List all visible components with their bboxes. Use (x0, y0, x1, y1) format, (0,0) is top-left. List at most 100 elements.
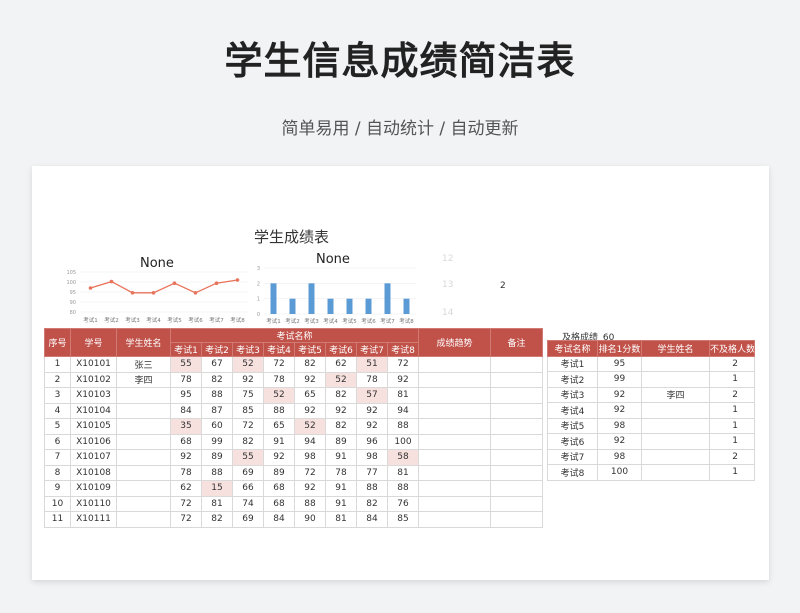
cell-note[interactable] (490, 402, 544, 419)
cell-score[interactable]: 99 (201, 433, 233, 450)
cell-score[interactable]: 89 (325, 433, 357, 450)
cell-name[interactable] (116, 433, 171, 450)
cell-trend[interactable] (418, 387, 492, 404)
cell-score[interactable]: 57 (356, 387, 388, 404)
cell-no[interactable]: 11 (44, 511, 71, 528)
cell-score[interactable]: 68 (170, 433, 202, 450)
cell-no[interactable]: 6 (44, 433, 71, 450)
cell-score[interactable]: 58 (386, 449, 420, 466)
summary-cell-name[interactable] (641, 371, 710, 388)
cell-score[interactable]: 92 (232, 371, 264, 388)
cell-note[interactable] (490, 433, 544, 450)
cell-note[interactable] (490, 495, 544, 512)
cell-id[interactable]: X10104 (70, 402, 117, 419)
cell-score[interactable]: 100 (386, 433, 420, 450)
cell-score[interactable]: 82 (294, 356, 326, 373)
cell-no[interactable]: 10 (44, 495, 71, 512)
cell-score[interactable]: 52 (263, 387, 295, 404)
cell-score[interactable]: 92 (294, 371, 326, 388)
summary-cell-top[interactable]: 98 (597, 448, 642, 465)
cell-score[interactable]: 82 (232, 433, 264, 450)
cell-id[interactable]: X10106 (70, 433, 117, 450)
summary-cell-fail[interactable]: 1 (709, 371, 755, 388)
summary-cell-exam[interactable]: 考试1 (547, 355, 598, 372)
summary-cell-fail[interactable]: 2 (709, 386, 755, 403)
cell-score[interactable]: 98 (294, 449, 326, 466)
cell-score[interactable]: 72 (386, 356, 420, 373)
cell-note[interactable] (490, 418, 544, 435)
summary-cell-fail[interactable]: 2 (709, 448, 755, 465)
summary-cell-top[interactable]: 92 (597, 386, 642, 403)
cell-note[interactable] (490, 480, 544, 497)
cell-no[interactable]: 3 (44, 387, 71, 404)
summary-cell-name[interactable] (641, 433, 710, 450)
cell-trend[interactable] (418, 418, 492, 435)
cell-trend[interactable] (418, 495, 492, 512)
cell-score[interactable]: 52 (325, 371, 357, 388)
cell-id[interactable]: X10103 (70, 387, 117, 404)
cell-score[interactable]: 91 (263, 433, 295, 450)
cell-score[interactable]: 95 (170, 387, 202, 404)
cell-score[interactable]: 60 (201, 418, 233, 435)
cell-score[interactable]: 81 (386, 387, 420, 404)
cell-score[interactable]: 91 (325, 480, 357, 497)
cell-id[interactable]: X10101 (70, 356, 117, 373)
summary-cell-fail[interactable]: 1 (709, 417, 755, 434)
cell-score[interactable]: 82 (201, 511, 233, 528)
cell-score[interactable]: 92 (263, 449, 295, 466)
cell-score[interactable]: 89 (201, 449, 233, 466)
summary-cell-exam[interactable]: 考试6 (547, 433, 598, 450)
cell-score[interactable]: 90 (294, 511, 326, 528)
summary-cell-top[interactable]: 100 (597, 464, 642, 481)
cell-note[interactable] (490, 464, 544, 481)
cell-score[interactable]: 78 (170, 464, 202, 481)
cell-id[interactable]: X10109 (70, 480, 117, 497)
cell-trend[interactable] (418, 464, 492, 481)
cell-score[interactable]: 89 (263, 464, 295, 481)
cell-score[interactable]: 65 (263, 418, 295, 435)
cell-score[interactable]: 98 (356, 449, 388, 466)
cell-score[interactable]: 84 (170, 402, 202, 419)
cell-name[interactable] (116, 418, 171, 435)
cell-name[interactable]: 李四 (116, 371, 171, 388)
cell-score[interactable]: 82 (201, 371, 233, 388)
cell-note[interactable] (490, 511, 544, 528)
cell-note[interactable] (490, 356, 544, 373)
cell-trend[interactable] (418, 449, 492, 466)
summary-cell-fail[interactable]: 2 (709, 355, 755, 372)
cell-score[interactable]: 88 (386, 418, 420, 435)
cell-score[interactable]: 67 (201, 356, 233, 373)
summary-cell-fail[interactable]: 1 (709, 464, 755, 481)
cell-score[interactable]: 94 (386, 402, 420, 419)
cell-score[interactable]: 92 (386, 371, 420, 388)
cell-score[interactable]: 96 (356, 433, 388, 450)
summary-cell-fail[interactable]: 1 (709, 402, 755, 419)
cell-score[interactable]: 76 (386, 495, 420, 512)
summary-cell-name[interactable] (641, 417, 710, 434)
cell-score[interactable]: 87 (201, 402, 233, 419)
cell-score[interactable]: 62 (325, 356, 357, 373)
cell-trend[interactable] (418, 480, 492, 497)
cell-name[interactable] (116, 402, 171, 419)
cell-id[interactable]: X10102 (70, 371, 117, 388)
summary-cell-exam[interactable]: 考试3 (547, 386, 598, 403)
cell-score[interactable]: 69 (232, 464, 264, 481)
cell-score[interactable]: 92 (170, 449, 202, 466)
cell-note[interactable] (490, 449, 544, 466)
cell-score[interactable]: 81 (201, 495, 233, 512)
cell-score[interactable]: 55 (232, 449, 264, 466)
cell-name[interactable] (116, 511, 171, 528)
cell-name[interactable] (116, 387, 171, 404)
cell-score[interactable]: 72 (263, 356, 295, 373)
cell-id[interactable]: X10107 (70, 449, 117, 466)
cell-score[interactable]: 72 (170, 511, 202, 528)
cell-note[interactable] (490, 371, 544, 388)
cell-score[interactable]: 92 (294, 402, 326, 419)
summary-cell-exam[interactable]: 考试5 (547, 417, 598, 434)
cell-trend[interactable] (418, 402, 492, 419)
cell-score[interactable]: 35 (170, 418, 202, 435)
cell-trend[interactable] (418, 371, 492, 388)
cell-score[interactable]: 15 (201, 480, 233, 497)
cell-score[interactable]: 81 (386, 464, 420, 481)
cell-score[interactable]: 88 (201, 387, 233, 404)
